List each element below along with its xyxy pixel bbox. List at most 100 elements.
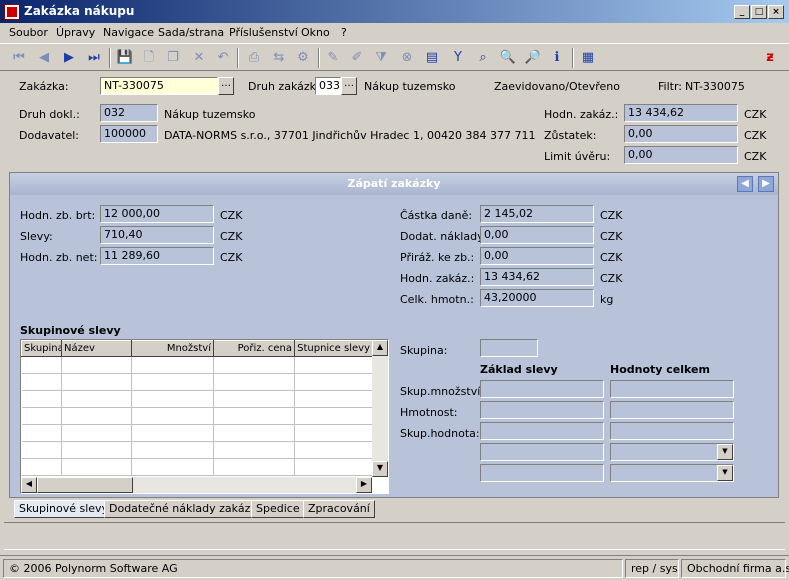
edit-icon[interactable]: ✎ [322, 47, 344, 69]
delete-icon[interactable]: ✕ [188, 47, 210, 69]
dodavatel-field: 100000 [100, 125, 158, 143]
slevy-field: 710,40 [100, 226, 214, 244]
tab-zpracovani[interactable]: Zpracování [303, 500, 375, 518]
funnel-icon[interactable]: Y [447, 47, 469, 69]
last-record-icon[interactable]: ⏭ [83, 47, 105, 69]
extra-zaklad-field-2 [480, 464, 604, 482]
toolbar: ⏮ ◀ ▶ ⏭ 💾 🗋 ❐ ✕ ↶ ⎙ ⇆ ⚙ ✎ ✐ ⧩ ⊗ ▤ Y ⌕ 🔍 … [0, 43, 789, 71]
limit-uveru-label: Limit úvěru: [544, 150, 611, 163]
menu-soubor[interactable]: Soubor [9, 26, 48, 39]
next-record-icon[interactable]: ▶ [58, 47, 80, 69]
toolbar-separator [109, 48, 111, 68]
dodat-naklady-unit: CZK [600, 230, 623, 243]
save-icon[interactable]: 💾 [114, 47, 136, 69]
status-company: Obchodní firma a.s. [681, 559, 789, 578]
clear-filter-icon[interactable]: ⊗ [396, 47, 418, 69]
column-nazev[interactable]: Název [61, 340, 132, 357]
castka-dane-unit: CZK [600, 209, 623, 222]
extra-celkem-select-2[interactable]: ▼ [610, 464, 734, 482]
calculator-icon[interactable]: ▦ [577, 47, 599, 69]
chevron-down-icon[interactable]: ▼ [717, 465, 733, 481]
table-row[interactable] [21, 373, 373, 391]
table-row[interactable] [21, 356, 373, 374]
extra-celkem-select-1[interactable]: ▼ [610, 443, 734, 461]
table-row[interactable] [21, 424, 373, 442]
brand-logo-icon: ƶ [766, 50, 774, 65]
table-row[interactable] [21, 458, 373, 476]
minimize-button[interactable]: _ [734, 5, 750, 19]
menu-prislusenstvi[interactable]: Příslušenství [229, 26, 298, 39]
hodn-zb-brt-field: 12 000,00 [100, 205, 214, 223]
export-icon[interactable]: ⇆ [268, 47, 290, 69]
copy-icon[interactable]: ❐ [162, 47, 184, 69]
menu-navigace[interactable]: Navigace [103, 26, 154, 39]
scroll-thumb[interactable] [37, 477, 133, 493]
zakazka-browse-button[interactable]: … [218, 77, 234, 95]
column-poriz-cena[interactable]: Pořiz. cena [213, 340, 295, 357]
undo-icon[interactable]: ↶ [212, 47, 234, 69]
druh-zakazky-field[interactable]: 033 [315, 77, 341, 95]
scroll-up-button[interactable]: ▲ [372, 340, 388, 356]
hodn-zakaz-label: Hodn. zakáz.: [544, 108, 619, 121]
settings-icon[interactable]: ⚙ [292, 47, 314, 69]
skup-hodnota-zaklad-field [480, 422, 604, 440]
dodavatel-text: DATA-NORMS s.r.o., 37701 Jindřichův Hrad… [164, 129, 536, 142]
panel-prev-button[interactable]: ◀ [737, 176, 753, 192]
hodn-zb-brt-label: Hodn. zb. brt: [20, 209, 96, 222]
tab-spedice[interactable]: Spedice [251, 500, 305, 518]
horizontal-scrollbar[interactable]: ◀ ▶ [21, 477, 372, 493]
chevron-down-icon[interactable]: ▼ [717, 444, 733, 460]
tab-dodatecne-naklady[interactable]: Dodatečné náklady zakázky [104, 500, 268, 518]
priraz-ke-zb-unit: CZK [600, 251, 623, 264]
celk-hmotn-unit: kg [600, 293, 614, 306]
druh-dokl-text: Nákup tuzemsko [164, 108, 256, 121]
celk-hmotn-label: Celk. hmotn.: [400, 293, 474, 306]
status-text: Zaevidovano/Otevřeno [494, 80, 620, 93]
scroll-left-button[interactable]: ◀ [21, 477, 37, 493]
hmotnost-zaklad-field [480, 401, 604, 419]
zaklad-slevy-header: Základ slevy [480, 363, 558, 376]
pencil-icon[interactable]: ✐ [346, 47, 368, 69]
menu-upravy[interactable]: Úpravy [56, 26, 95, 39]
new-document-icon[interactable]: 🗋 [138, 47, 160, 69]
druh-dokl-label: Druh dokl.: [19, 108, 80, 121]
previous-record-icon[interactable]: ◀ [33, 47, 55, 69]
slevy-label: Slevy: [20, 230, 53, 243]
vertical-scrollbar[interactable]: ▲ ▼ [372, 340, 388, 477]
table-row[interactable] [21, 390, 373, 408]
table-row[interactable] [21, 407, 373, 425]
dodavatel-label: Dodavatel: [19, 129, 80, 142]
column-mnozstvi[interactable]: Množství [131, 340, 214, 357]
castka-dane-label: Částka daně: [400, 209, 473, 222]
druh-zakazky-browse-button[interactable]: … [341, 77, 357, 95]
search-icon[interactable]: 🔍 [497, 47, 519, 69]
filter-icon[interactable]: ⧩ [370, 47, 392, 69]
search-list-icon[interactable]: 🔎 [522, 47, 544, 69]
close-button[interactable]: × [768, 5, 784, 19]
info-icon[interactable]: ℹ [546, 47, 568, 69]
druh-zakazky-text: Nákup tuzemsko [364, 80, 456, 93]
skupina-label: Skupina: [400, 344, 448, 357]
zoom-icon[interactable]: ⌕ [472, 47, 494, 69]
zustatek-currency: CZK [744, 129, 767, 142]
hodnoty-celkem-header: Hodnoty celkem [610, 363, 710, 376]
menu-okno[interactable]: Okno [301, 26, 330, 39]
group-discount-grid[interactable]: Skupina Název Množství Pořiz. cena Stupn… [20, 339, 389, 494]
maximize-button[interactable]: □ [751, 5, 767, 19]
panel-next-button[interactable]: ▶ [758, 176, 774, 192]
menu-sada-strana[interactable]: Sada/strana [158, 26, 224, 39]
column-skupina[interactable]: Skupina [21, 340, 62, 357]
table-row[interactable] [21, 441, 373, 459]
zakazka-field[interactable]: NT-330075 [100, 77, 218, 95]
tab-skupinove-slevy[interactable]: Skupinové slevy [14, 500, 114, 518]
report-icon[interactable]: ▤ [421, 47, 443, 69]
status-copyright: © 2006 Polynorm Software AG [3, 559, 623, 578]
column-stupnice-slevy[interactable]: Stupnice slevy [294, 340, 373, 357]
menu-help[interactable]: ? [341, 26, 347, 39]
hmotnost-label: Hmotnost: [400, 406, 458, 419]
first-record-icon[interactable]: ⏮ [8, 47, 30, 69]
scroll-down-button[interactable]: ▼ [372, 461, 388, 477]
castka-dane-field: 2 145,02 [480, 205, 594, 223]
scroll-right-button[interactable]: ▶ [356, 477, 372, 493]
print-icon[interactable]: ⎙ [243, 47, 265, 69]
